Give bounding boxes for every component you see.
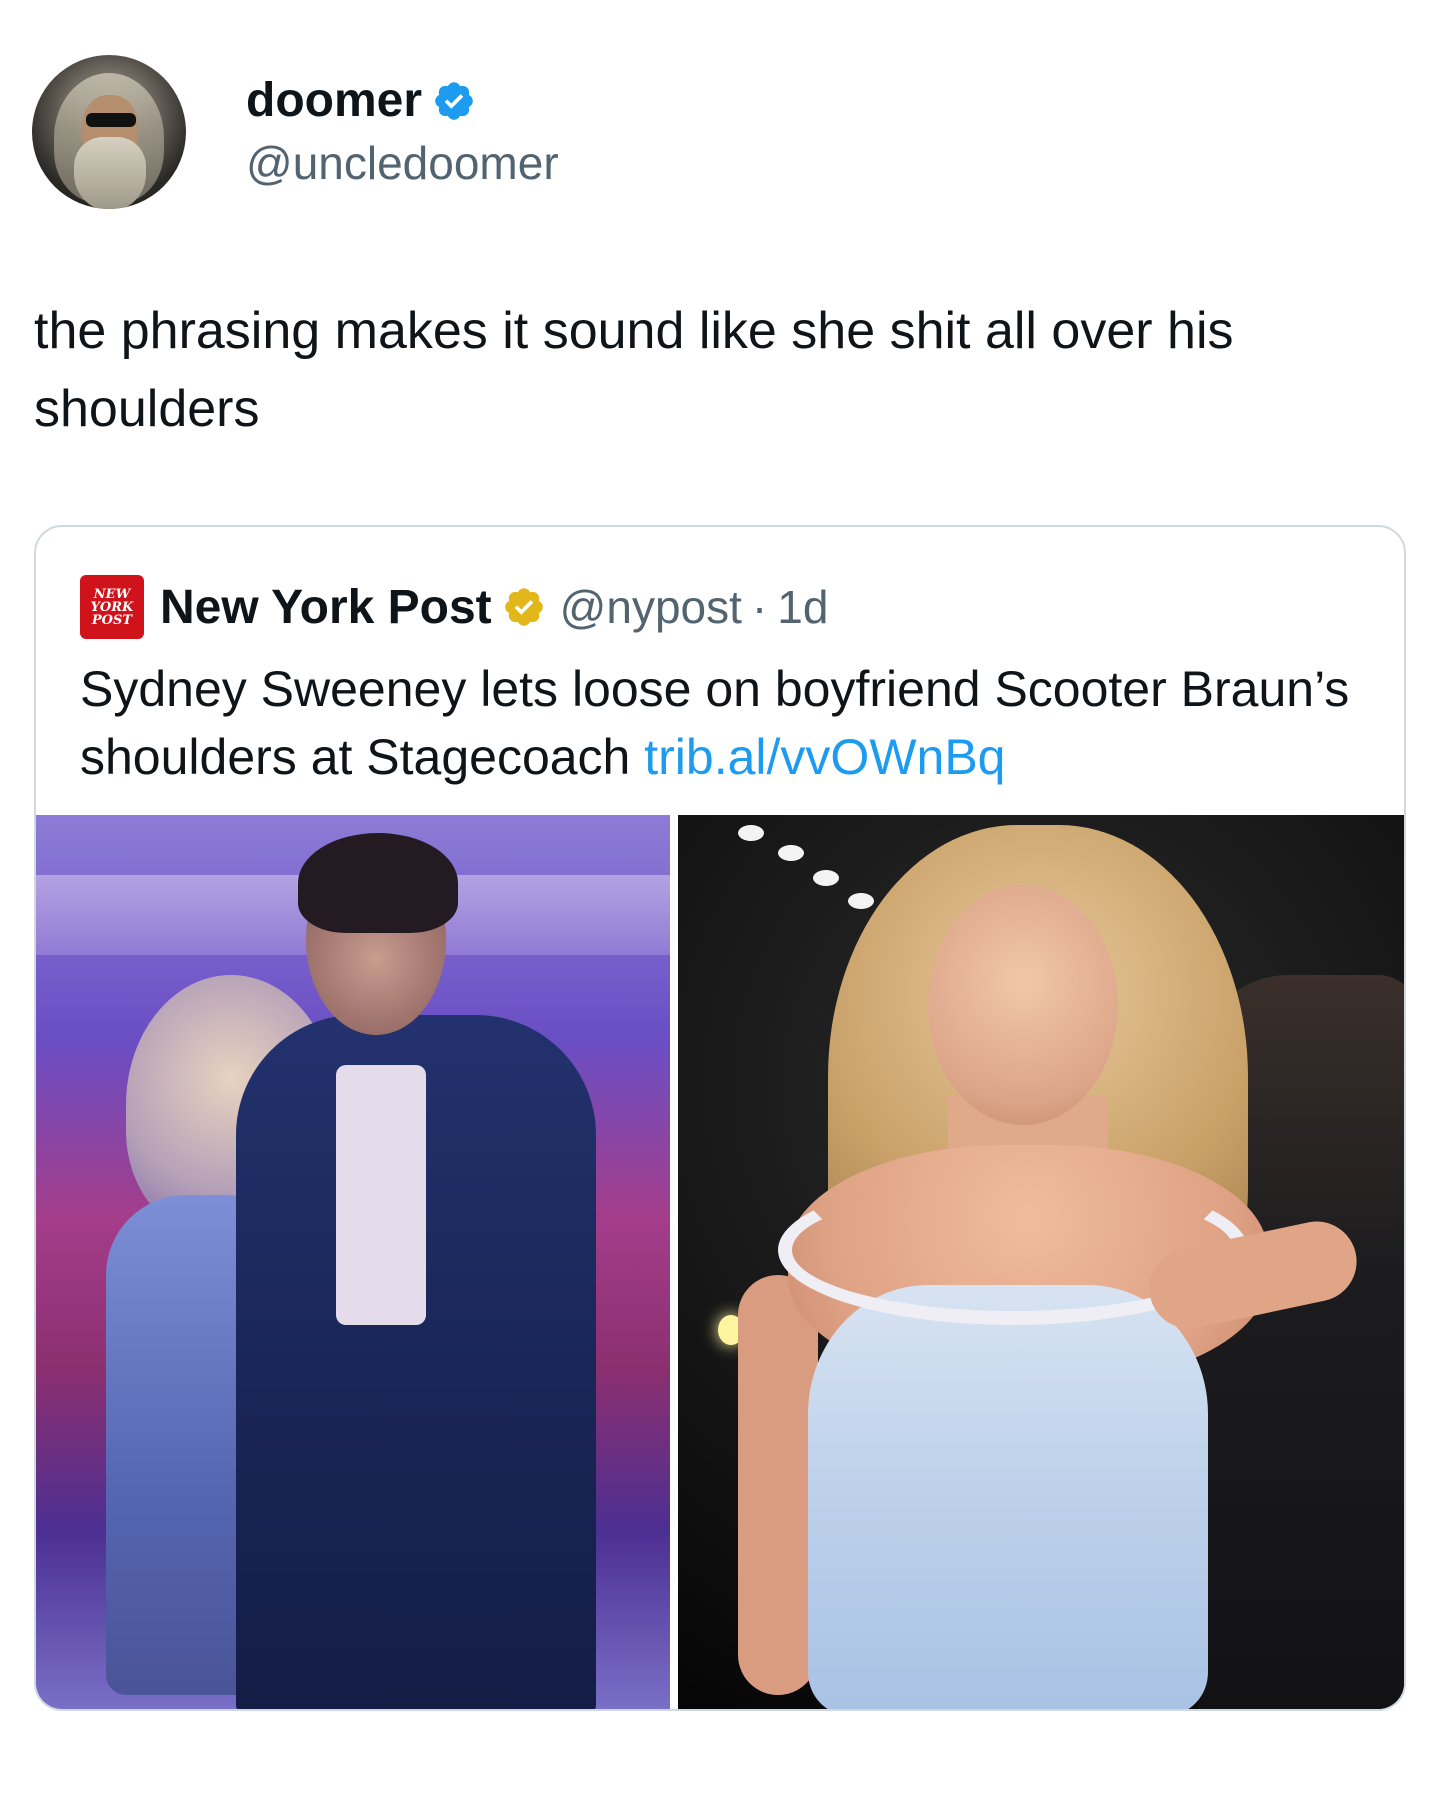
author-names: doomer @uncledoomer [246,73,559,191]
tweet-author: doomer @uncledoomer [32,55,559,209]
woman-arm [738,1275,818,1695]
light-dot [778,845,804,861]
nypost-logo-icon[interactable]: NEW YORK POST [80,575,144,639]
quoted-display-name[interactable]: New York Post [160,580,492,635]
quoted-media[interactable] [36,815,1404,1709]
logo-line: POST [91,612,133,628]
avatar-beard [74,137,146,209]
stage-lights [728,815,878,915]
man-shirt [336,1065,426,1325]
light-dot [738,825,764,841]
avatar-glasses [86,113,136,127]
avatar[interactable] [32,55,186,209]
photo-couple[interactable] [36,815,670,1709]
logo-line: NEW [93,586,131,602]
display-name-row: doomer [246,73,559,129]
separator-dot: · [751,581,768,633]
photo-divider [670,815,678,1709]
logo-line: YORK [90,599,134,615]
quoted-handle[interactable]: @nypost [560,580,742,634]
tweet-text: the phrasing makes it sound like she shi… [34,302,1234,438]
quoted-link[interactable]: trib.al/vvOWnBq [644,729,1005,785]
quoted-tweet-text: Sydney Sweeney lets loose on boyfriend S… [80,655,1370,791]
man-hair [298,833,458,933]
display-name[interactable]: doomer [246,73,422,129]
photo-portrait[interactable] [678,815,1404,1709]
tweet: doomer @uncledoomer the phrasing makes i… [0,0,1440,1800]
quoted-timestamp[interactable]: 1d [777,580,828,634]
verified-badge-icon [435,82,473,120]
woman-face [928,885,1118,1125]
user-handle[interactable]: @uncledoomer [246,135,559,191]
light-dot [848,893,874,909]
quoted-tweet-card[interactable]: NEW YORK POST New York Post @nypost · 1d… [34,525,1406,1711]
woman-dress [808,1285,1208,1709]
gold-verified-icon [504,588,543,626]
quoted-tweet-header: NEW YORK POST New York Post @nypost · 1d [80,575,828,639]
light-dot [813,870,839,886]
